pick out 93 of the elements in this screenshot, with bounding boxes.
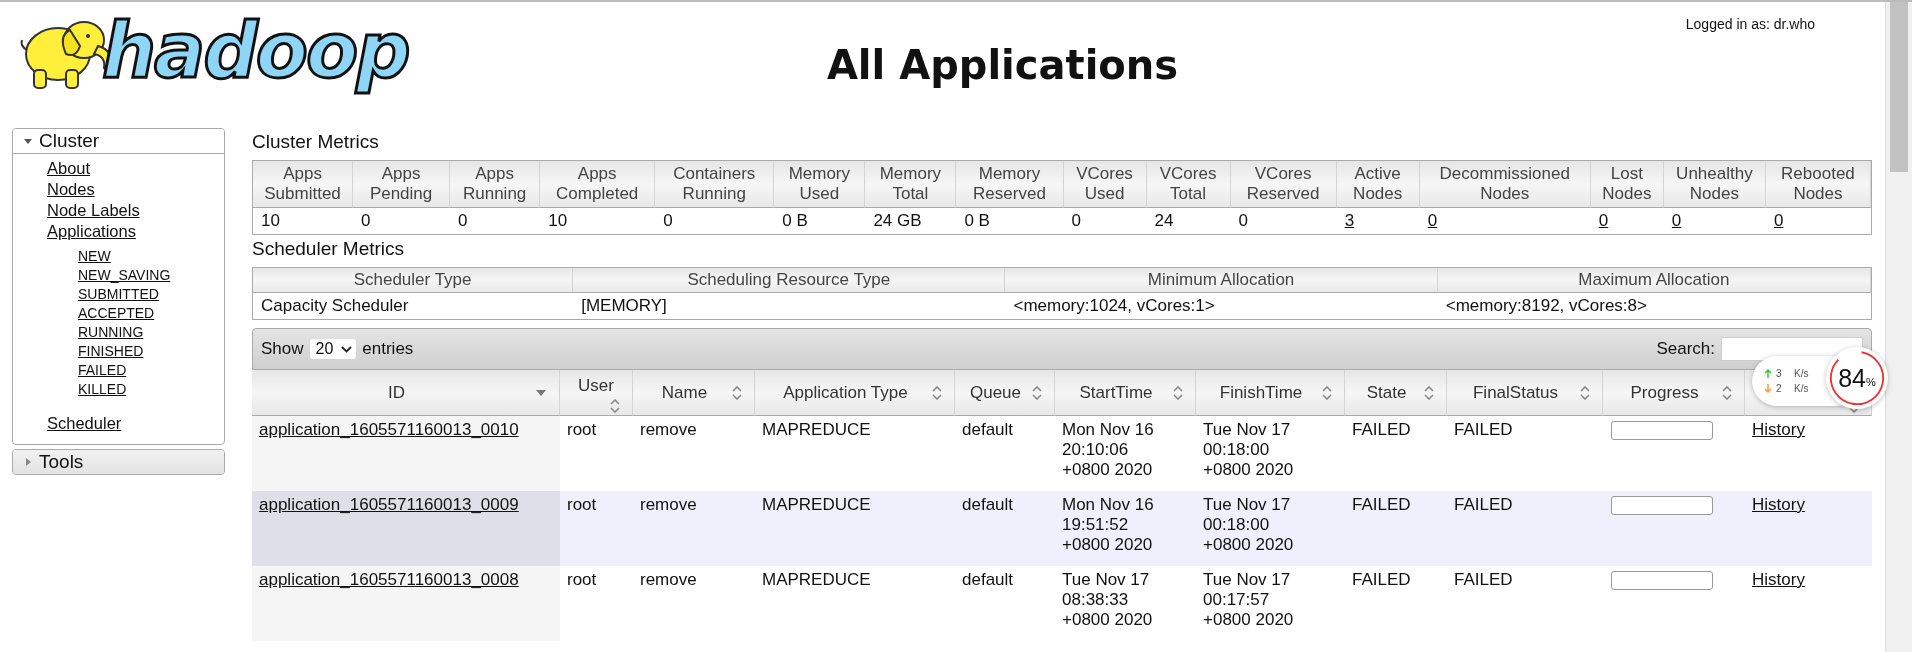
column-header: Apps Running bbox=[450, 161, 541, 208]
column-header[interactable]: Progress bbox=[1603, 370, 1745, 416]
table-cell-text: 0 B bbox=[781, 210, 809, 232]
login-status: Logged in as: dr.who bbox=[1684, 15, 1816, 32]
column-header: VCores Total bbox=[1146, 161, 1231, 208]
table-cell: remove bbox=[633, 491, 755, 566]
table-cell: root bbox=[560, 491, 633, 566]
column-header: Decommissioned Nodes bbox=[1419, 161, 1591, 208]
metric-link[interactable]: 0 bbox=[1598, 211, 1609, 230]
history-link[interactable]: History bbox=[1752, 420, 1805, 439]
table-cell-text: 0 bbox=[1070, 210, 1082, 232]
sidebar-link[interactable]: Applications bbox=[47, 221, 136, 242]
history-link[interactable]: History bbox=[1752, 570, 1805, 589]
table-cell-text: 24 bbox=[1153, 210, 1175, 232]
sidebar-sublink[interactable]: FINISHED bbox=[78, 342, 144, 361]
column-header: Rebooted Nodes bbox=[1765, 161, 1871, 208]
upload-rate: 3 bbox=[1776, 367, 1783, 381]
search-label: Search: bbox=[1656, 339, 1715, 359]
percent-unit: % bbox=[1866, 376, 1876, 388]
application-id-link[interactable]: application_1605571160013_0010 bbox=[259, 420, 519, 439]
sidebar-sublink[interactable]: SUBMITTED bbox=[78, 285, 159, 304]
column-header: Containers Running bbox=[655, 161, 775, 208]
table-cell-text: 24 GB bbox=[872, 210, 923, 232]
column-header: Minimum Allocation bbox=[1005, 268, 1438, 293]
sidebar-sublink[interactable]: ACCEPTED bbox=[78, 304, 155, 323]
page-title: All Applications bbox=[825, 42, 1180, 88]
metric-link[interactable]: 3 bbox=[1344, 211, 1355, 230]
download-rate: 2 bbox=[1776, 382, 1783, 396]
column-header: Active Nodes bbox=[1336, 161, 1420, 208]
metric-link[interactable]: 0 bbox=[1427, 211, 1438, 230]
section-title: Cluster Metrics bbox=[252, 130, 380, 154]
column-header: Scheduling Resource Type bbox=[573, 268, 1006, 293]
section-title: Scheduler Metrics bbox=[252, 237, 406, 261]
history-link[interactable]: History bbox=[1752, 495, 1805, 514]
column-header[interactable]: Queue bbox=[955, 370, 1055, 416]
table-cell-text: 0 bbox=[360, 210, 372, 232]
sidebar-sublink[interactable]: KILLED bbox=[78, 380, 127, 399]
column-header: Memory Reserved bbox=[956, 161, 1064, 208]
column-header[interactable]: ID bbox=[252, 370, 560, 416]
table-cell-text: Capacity Scheduler bbox=[260, 295, 410, 317]
sidebar-link[interactable]: Node Labels bbox=[47, 200, 140, 221]
column-header[interactable]: State bbox=[1345, 370, 1447, 416]
rate-unit: K/s bbox=[1794, 382, 1809, 396]
sidebar-link[interactable]: Scheduler bbox=[47, 413, 122, 434]
sidebar-section-header[interactable]: Tools bbox=[13, 450, 224, 474]
column-header: Lost Nodes bbox=[1590, 161, 1664, 208]
table-cell: MAPREDUCE bbox=[755, 491, 955, 566]
table-cell: Mon Nov 16 19:51:52 +0800 2020 bbox=[1055, 491, 1196, 566]
column-header[interactable]: StartTime bbox=[1055, 370, 1196, 416]
application-id-link[interactable]: application_1605571160013_0008 bbox=[259, 570, 519, 589]
usage-percent: 84 bbox=[1838, 363, 1866, 393]
column-header: Maximum Allocation bbox=[1437, 268, 1871, 293]
application-id-link[interactable]: application_1605571160013_0009 bbox=[259, 495, 519, 514]
column-header: VCores Used bbox=[1063, 161, 1147, 208]
sidebar-section-header[interactable]: Cluster bbox=[13, 129, 224, 154]
table-cell: FAILED bbox=[1447, 491, 1603, 566]
rate-unit: K/s bbox=[1794, 367, 1809, 381]
column-header[interactable]: Application Type bbox=[755, 370, 955, 416]
column-header: Memory Used bbox=[774, 161, 866, 208]
sidebar-link[interactable]: Nodes bbox=[47, 179, 95, 200]
show-label: Show bbox=[261, 339, 304, 359]
column-header: Scheduler Type bbox=[253, 268, 574, 293]
sidebar-sublink[interactable]: NEW_SAVING bbox=[78, 266, 171, 285]
entries-label: entries bbox=[362, 339, 414, 359]
table-cell-text: 0 bbox=[1237, 210, 1250, 232]
table-cell: default bbox=[955, 491, 1055, 566]
sidebar-sublink[interactable]: RUNNING bbox=[78, 323, 144, 342]
sidebar-sublink[interactable]: NEW bbox=[78, 247, 111, 266]
column-header: Unhealthy Nodes bbox=[1663, 161, 1766, 208]
table-cell-text: 0 bbox=[457, 210, 469, 232]
metric-link[interactable]: 0 bbox=[1671, 211, 1682, 230]
table-cell-text: 0 B bbox=[963, 210, 991, 232]
table-cell-text: 0 bbox=[662, 210, 674, 232]
table-cell-text: <memory:1024, vCores:1> bbox=[1012, 295, 1216, 317]
table-cell: FAILED bbox=[1345, 491, 1447, 566]
column-header[interactable]: FinalStatus bbox=[1447, 370, 1603, 416]
sidebar-link[interactable]: About bbox=[47, 158, 91, 179]
column-header[interactable]: User bbox=[560, 370, 633, 416]
column-header: Memory Total bbox=[865, 161, 957, 208]
table-cell-text: <memory:8192, vCores:8> bbox=[1444, 295, 1648, 317]
column-header: Apps Completed bbox=[540, 161, 656, 208]
column-header: Apps Submitted bbox=[253, 161, 354, 208]
table-cell-text: 10 bbox=[547, 210, 569, 232]
table-cell-text: 10 bbox=[260, 210, 281, 232]
column-header[interactable]: FinishTime bbox=[1196, 370, 1345, 416]
table-cell: Tue Nov 17 00:18:00 +0800 2020 bbox=[1196, 491, 1345, 566]
column-header: VCores Reserved bbox=[1230, 161, 1337, 208]
column-header[interactable]: Name bbox=[633, 370, 755, 416]
column-header: Apps Pending bbox=[353, 161, 451, 208]
sidebar-sublink[interactable]: FAILED bbox=[78, 361, 127, 380]
page-size-select[interactable]: 20 bbox=[309, 339, 357, 359]
metric-link[interactable]: 0 bbox=[1773, 211, 1784, 230]
table-cell-text: [MEMORY] bbox=[580, 295, 668, 317]
